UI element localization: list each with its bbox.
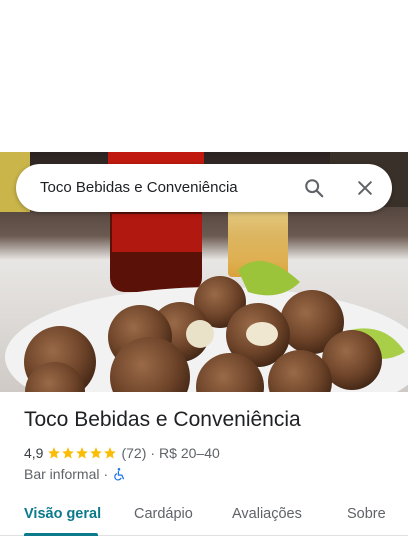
separator-dot: · [150,445,156,461]
category-row: Bar informal · [24,465,126,483]
tab-menu[interactable]: Cardápio [134,496,193,532]
active-tab-indicator [24,533,98,536]
rating-value: 4,9 [24,445,44,461]
tab-overview[interactable]: Visão geral [24,496,101,532]
star-icon [104,447,117,459]
tab-about[interactable]: Sobre [347,496,386,532]
review-count[interactable]: (72) [121,445,146,461]
tab-bar: Visão geral Cardápio Avaliações Sobre [0,496,408,536]
search-input[interactable]: Toco Bebidas e Conveniência [40,164,238,212]
star-icon [76,447,89,459]
rating-stars [47,446,117,460]
star-icon [62,447,75,459]
search-icon[interactable] [298,172,330,204]
place-category: Bar informal [24,466,100,482]
search-bar[interactable]: Toco Bebidas e Conveniência [16,164,392,212]
price-range: R$ 20–40 [159,445,220,461]
star-icon [90,447,103,459]
place-title: Toco Bebidas e Conveniência [24,408,301,431]
rating-row[interactable]: 4,9 (72) · R$ 20–40 [24,444,220,462]
close-icon[interactable] [349,172,381,204]
wheelchair-icon [114,468,125,481]
separator-dot: · [103,466,109,482]
tab-reviews[interactable]: Avaliações [232,496,302,532]
star-icon [48,447,61,459]
